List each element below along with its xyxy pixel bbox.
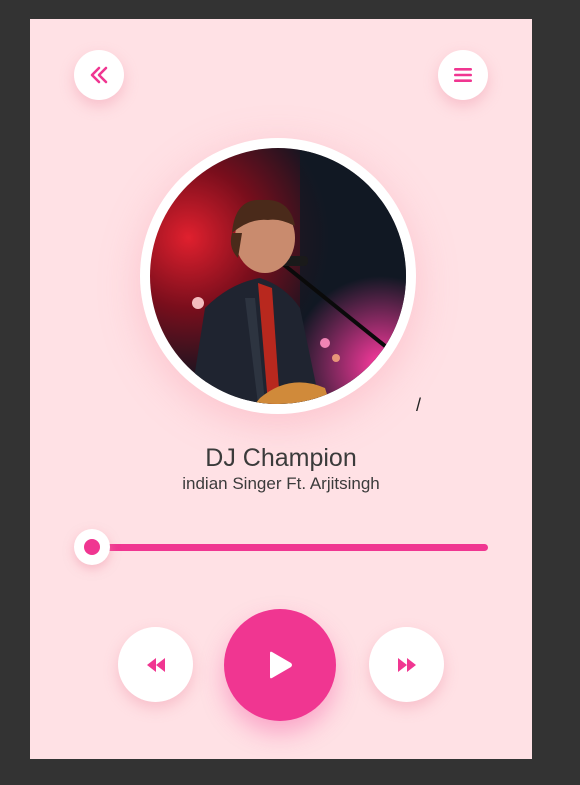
fast-forward-icon	[397, 657, 416, 672]
menu-button[interactable]	[438, 50, 488, 100]
play-icon	[270, 651, 292, 679]
hamburger-menu-icon	[454, 68, 472, 82]
progress-handle-dot	[84, 539, 100, 555]
time-separator: /	[416, 395, 422, 415]
song-title: DJ Champion	[205, 444, 357, 472]
song-artist: indian Singer Ft. Arjitsingh	[182, 474, 380, 493]
rewind-button[interactable]	[118, 627, 193, 702]
fast-forward-button[interactable]	[369, 627, 444, 702]
play-button[interactable]	[224, 609, 336, 721]
progress-handle[interactable]	[74, 529, 110, 565]
back-button[interactable]	[74, 50, 124, 100]
album-art-frame	[140, 138, 416, 414]
double-chevron-left-icon	[90, 66, 108, 84]
album-art-image	[150, 148, 406, 404]
rewind-icon	[146, 657, 165, 672]
music-player-card: / DJ Champion indian Singer Ft. Arjitsin…	[30, 19, 532, 759]
progress-bar[interactable]	[92, 544, 488, 551]
